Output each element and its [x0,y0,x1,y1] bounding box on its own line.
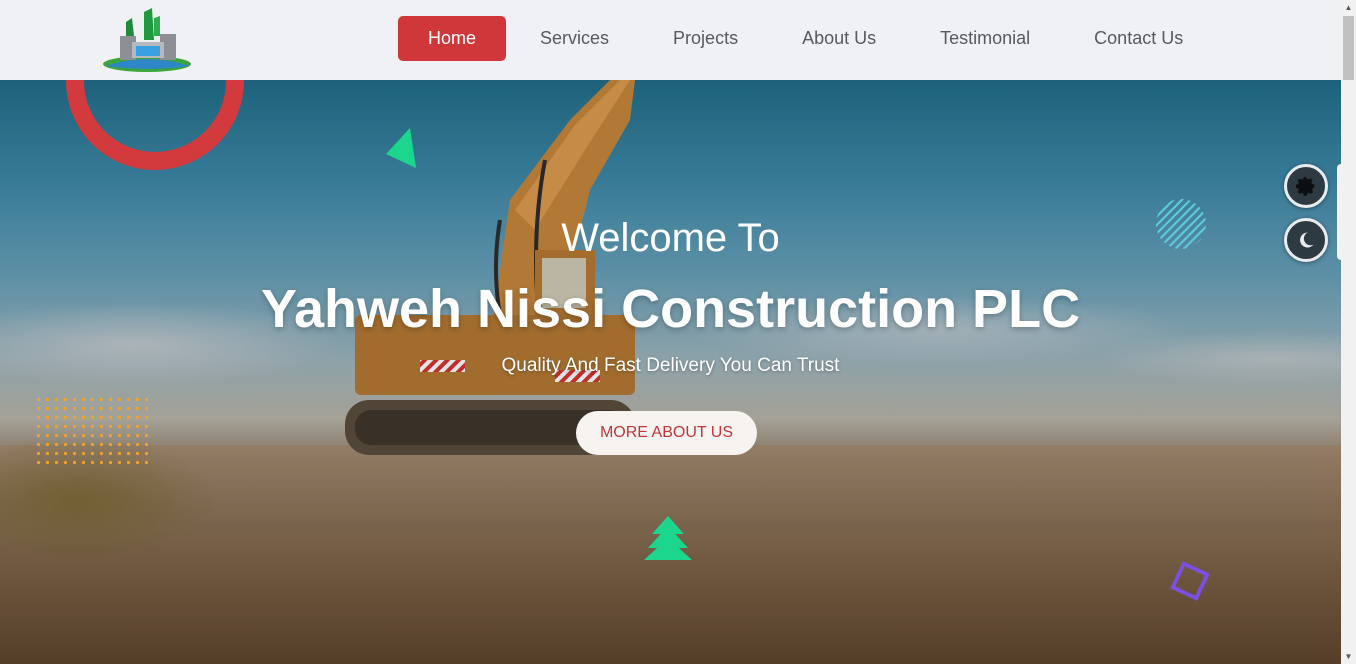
more-about-us-button[interactable]: MORE ABOUT US [576,411,757,455]
green-triangle-shape [386,128,416,168]
hero-welcome: Welcome To [561,216,780,260]
company-logo[interactable] [100,6,194,72]
page-scrollbar[interactable]: ▲ ▼ [1341,0,1356,664]
nav-contact-us[interactable]: Contact Us [1064,16,1213,61]
hero-title: Yahweh Nissi Construction PLC [260,279,1081,339]
moon-icon [1300,232,1314,248]
nav-testimonial[interactable]: Testimonial [910,16,1060,61]
nav-about-us[interactable]: About Us [772,16,906,61]
gear-icon [1295,176,1315,196]
settings-button[interactable] [1284,164,1328,208]
scroll-thumb[interactable] [1343,16,1354,80]
hero-subtitle: Quality And Fast Delivery You Can Trust [501,355,840,376]
nav-projects[interactable]: Projects [643,16,768,61]
nav-home[interactable]: Home [398,16,507,61]
hero-section: Welcome To Yahweh Nissi Construction PLC… [0,80,1341,664]
nav-services[interactable]: Services [510,16,639,61]
green-tree-shape [644,516,692,560]
scroll-down-arrow-icon[interactable]: ▼ [1341,649,1356,664]
main-nav: Home Services Projects About Us Testimon… [398,16,1217,61]
theme-toggle-button[interactable] [1284,218,1328,262]
scroll-up-arrow-icon[interactable]: ▲ [1341,0,1356,15]
navbar: Home Services Projects About Us Testimon… [0,0,1341,80]
dot-grid-shape [34,395,154,470]
